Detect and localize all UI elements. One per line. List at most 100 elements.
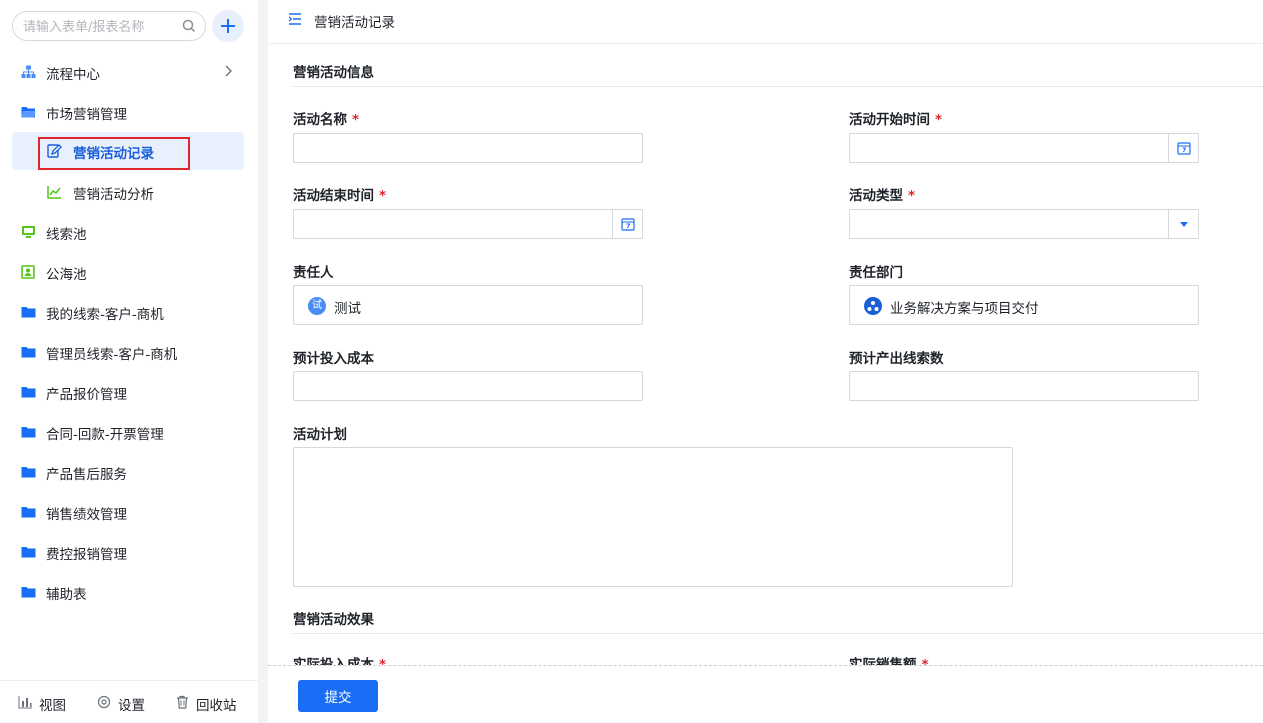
- plan-input[interactable]: [294, 448, 1012, 586]
- sidebar-item-auxiliary[interactable]: 辅助表: [12, 573, 244, 611]
- section-divider: [293, 633, 1263, 634]
- search-icon[interactable]: [182, 19, 196, 33]
- folder-icon: [21, 467, 36, 478]
- sidebar-item-process-center[interactable]: 流程中心: [12, 53, 244, 91]
- owner-field[interactable]: 试 测试: [293, 285, 643, 325]
- end-time-label-text: 活动结束时间: [293, 188, 374, 204]
- owner-label-text: 责任人: [293, 265, 334, 281]
- end-time-input[interactable]: [294, 210, 642, 238]
- sidebar-item-label: 市场营销管理: [46, 107, 127, 123]
- planned-cost-field[interactable]: [293, 371, 643, 401]
- plan-label-text: 活动计划: [293, 427, 347, 443]
- sidebar-item-label: 产品售后服务: [46, 467, 127, 483]
- org-chart-icon: [21, 65, 36, 78]
- gear-icon: [97, 695, 111, 709]
- sidebar-item-quotes[interactable]: 产品报价管理: [12, 373, 244, 411]
- contact-card-icon: [21, 265, 35, 279]
- sidebar-item-label: 公海池: [46, 267, 87, 283]
- department-field[interactable]: 业务解决方案与项目交付: [849, 285, 1199, 325]
- sidebar-item-lead-pool[interactable]: 线索池: [12, 213, 244, 251]
- planned-cost-label: 预计投入成本: [293, 347, 374, 367]
- calendar-icon: [1177, 142, 1191, 155]
- activity-name-label-text: 活动名称: [293, 112, 347, 128]
- owner-name: 测试: [334, 301, 361, 317]
- monitor-icon: [22, 226, 35, 238]
- end-time-label: 活动结束时间 *: [293, 184, 386, 204]
- start-time-input[interactable]: [850, 134, 1198, 162]
- caret-down-icon: [1180, 222, 1188, 227]
- sidebar-item-label: 产品报价管理: [46, 387, 127, 403]
- footer-divider: [268, 665, 1263, 666]
- sidebar-item-label: 线索池: [46, 227, 87, 243]
- page-title: 营销活动记录: [314, 15, 395, 31]
- department-name: 业务解决方案与项目交付: [890, 301, 1039, 317]
- end-time-picker[interactable]: [612, 210, 642, 238]
- expected-leads-field[interactable]: [849, 371, 1199, 401]
- view-label: 视图: [39, 698, 66, 714]
- actual-cost-label-text: 实际投入成本: [293, 657, 374, 665]
- required-mark: *: [935, 112, 943, 128]
- department-label: 责任部门: [849, 261, 903, 281]
- activity-type-select[interactable]: [849, 209, 1199, 239]
- activity-type-input[interactable]: [850, 210, 1198, 238]
- sidebar-item-my-leads[interactable]: 我的线索-客户-商机: [12, 293, 244, 331]
- required-mark: *: [379, 657, 387, 665]
- folder-icon: [21, 547, 36, 558]
- sidebar-item-label: 合同-回款-开票管理: [46, 427, 164, 443]
- folder-icon: [21, 347, 36, 358]
- sidebar-item-marketing[interactable]: 市场营销管理: [12, 93, 244, 131]
- folder-icon: [21, 307, 36, 318]
- required-mark: *: [352, 112, 360, 128]
- sidebar-item-sales-performance[interactable]: 销售绩效管理: [12, 493, 244, 531]
- activity-type-label: 活动类型 *: [849, 184, 915, 204]
- start-time-picker[interactable]: [1168, 134, 1198, 162]
- sidebar-item-label: 辅助表: [46, 587, 87, 603]
- sidebar-item-label: 流程中心: [46, 67, 100, 83]
- required-mark: *: [379, 188, 387, 204]
- menu-collapse-icon[interactable]: [288, 12, 302, 26]
- activity-name-label: 活动名称 *: [293, 108, 359, 128]
- line-chart-icon: [47, 186, 61, 199]
- end-time-field[interactable]: [293, 209, 643, 239]
- add-button[interactable]: [212, 10, 244, 42]
- sidebar-item-label: 销售绩效管理: [46, 507, 127, 523]
- activity-name-input[interactable]: [294, 134, 642, 162]
- plan-textarea[interactable]: [293, 447, 1013, 587]
- required-mark: *: [908, 188, 916, 204]
- activity-name-field[interactable]: [293, 133, 643, 163]
- start-time-field[interactable]: [849, 133, 1199, 163]
- section-title-effect: 营销活动效果: [293, 612, 374, 628]
- activity-type-dropdown[interactable]: [1168, 210, 1198, 238]
- planned-cost-input[interactable]: [294, 372, 642, 400]
- sidebar-item-admin-leads[interactable]: 管理员线索-客户-商机: [12, 333, 244, 371]
- main-content: 营销活动记录 营销活动信息 活动名称 * 活动开始时间 * 活动结束时间 * 活…: [268, 0, 1263, 723]
- highlight-box: [38, 137, 190, 170]
- required-mark: *: [921, 657, 929, 665]
- sidebar-item-after-sales[interactable]: 产品售后服务: [12, 453, 244, 491]
- planned-cost-label-text: 预计投入成本: [293, 351, 374, 367]
- submit-button[interactable]: 提交: [298, 680, 378, 712]
- folder-icon: [21, 507, 36, 518]
- sidebar-item-label: 营销活动分析: [73, 187, 154, 203]
- plan-label: 活动计划: [293, 423, 347, 443]
- chevron-right-icon: [225, 65, 232, 77]
- sidebar-item-marketing-analysis[interactable]: 营销活动分析: [12, 173, 244, 211]
- sidebar-item-contracts[interactable]: 合同-回款-开票管理: [12, 413, 244, 451]
- sidebar-footer: 视图 设置 回收站: [0, 680, 258, 723]
- settings-label: 设置: [118, 698, 145, 714]
- folder-icon: [21, 387, 36, 398]
- sidebar-item-public-pool[interactable]: 公海池: [12, 253, 244, 291]
- actual-sales-label: 实际销售额 *: [849, 653, 929, 665]
- expected-leads-input[interactable]: [850, 372, 1198, 400]
- search-box[interactable]: [12, 11, 206, 41]
- expected-leads-label-text: 预计产出线索数: [849, 351, 944, 367]
- sidebar-item-label: 管理员线索-客户-商机: [46, 347, 178, 363]
- section-title-info: 营销活动信息: [293, 65, 374, 81]
- trash-icon: [177, 695, 188, 709]
- search-input[interactable]: [23, 18, 173, 36]
- owner-label: 责任人: [293, 261, 334, 281]
- sidebar: 流程中心 市场营销管理 营销活动记录 营销活动分析 线索池 公海池 我的线索-客…: [0, 0, 258, 723]
- sidebar-item-expense[interactable]: 费控报销管理: [12, 533, 244, 571]
- department-label-text: 责任部门: [849, 265, 903, 281]
- start-time-label-text: 活动开始时间: [849, 112, 930, 128]
